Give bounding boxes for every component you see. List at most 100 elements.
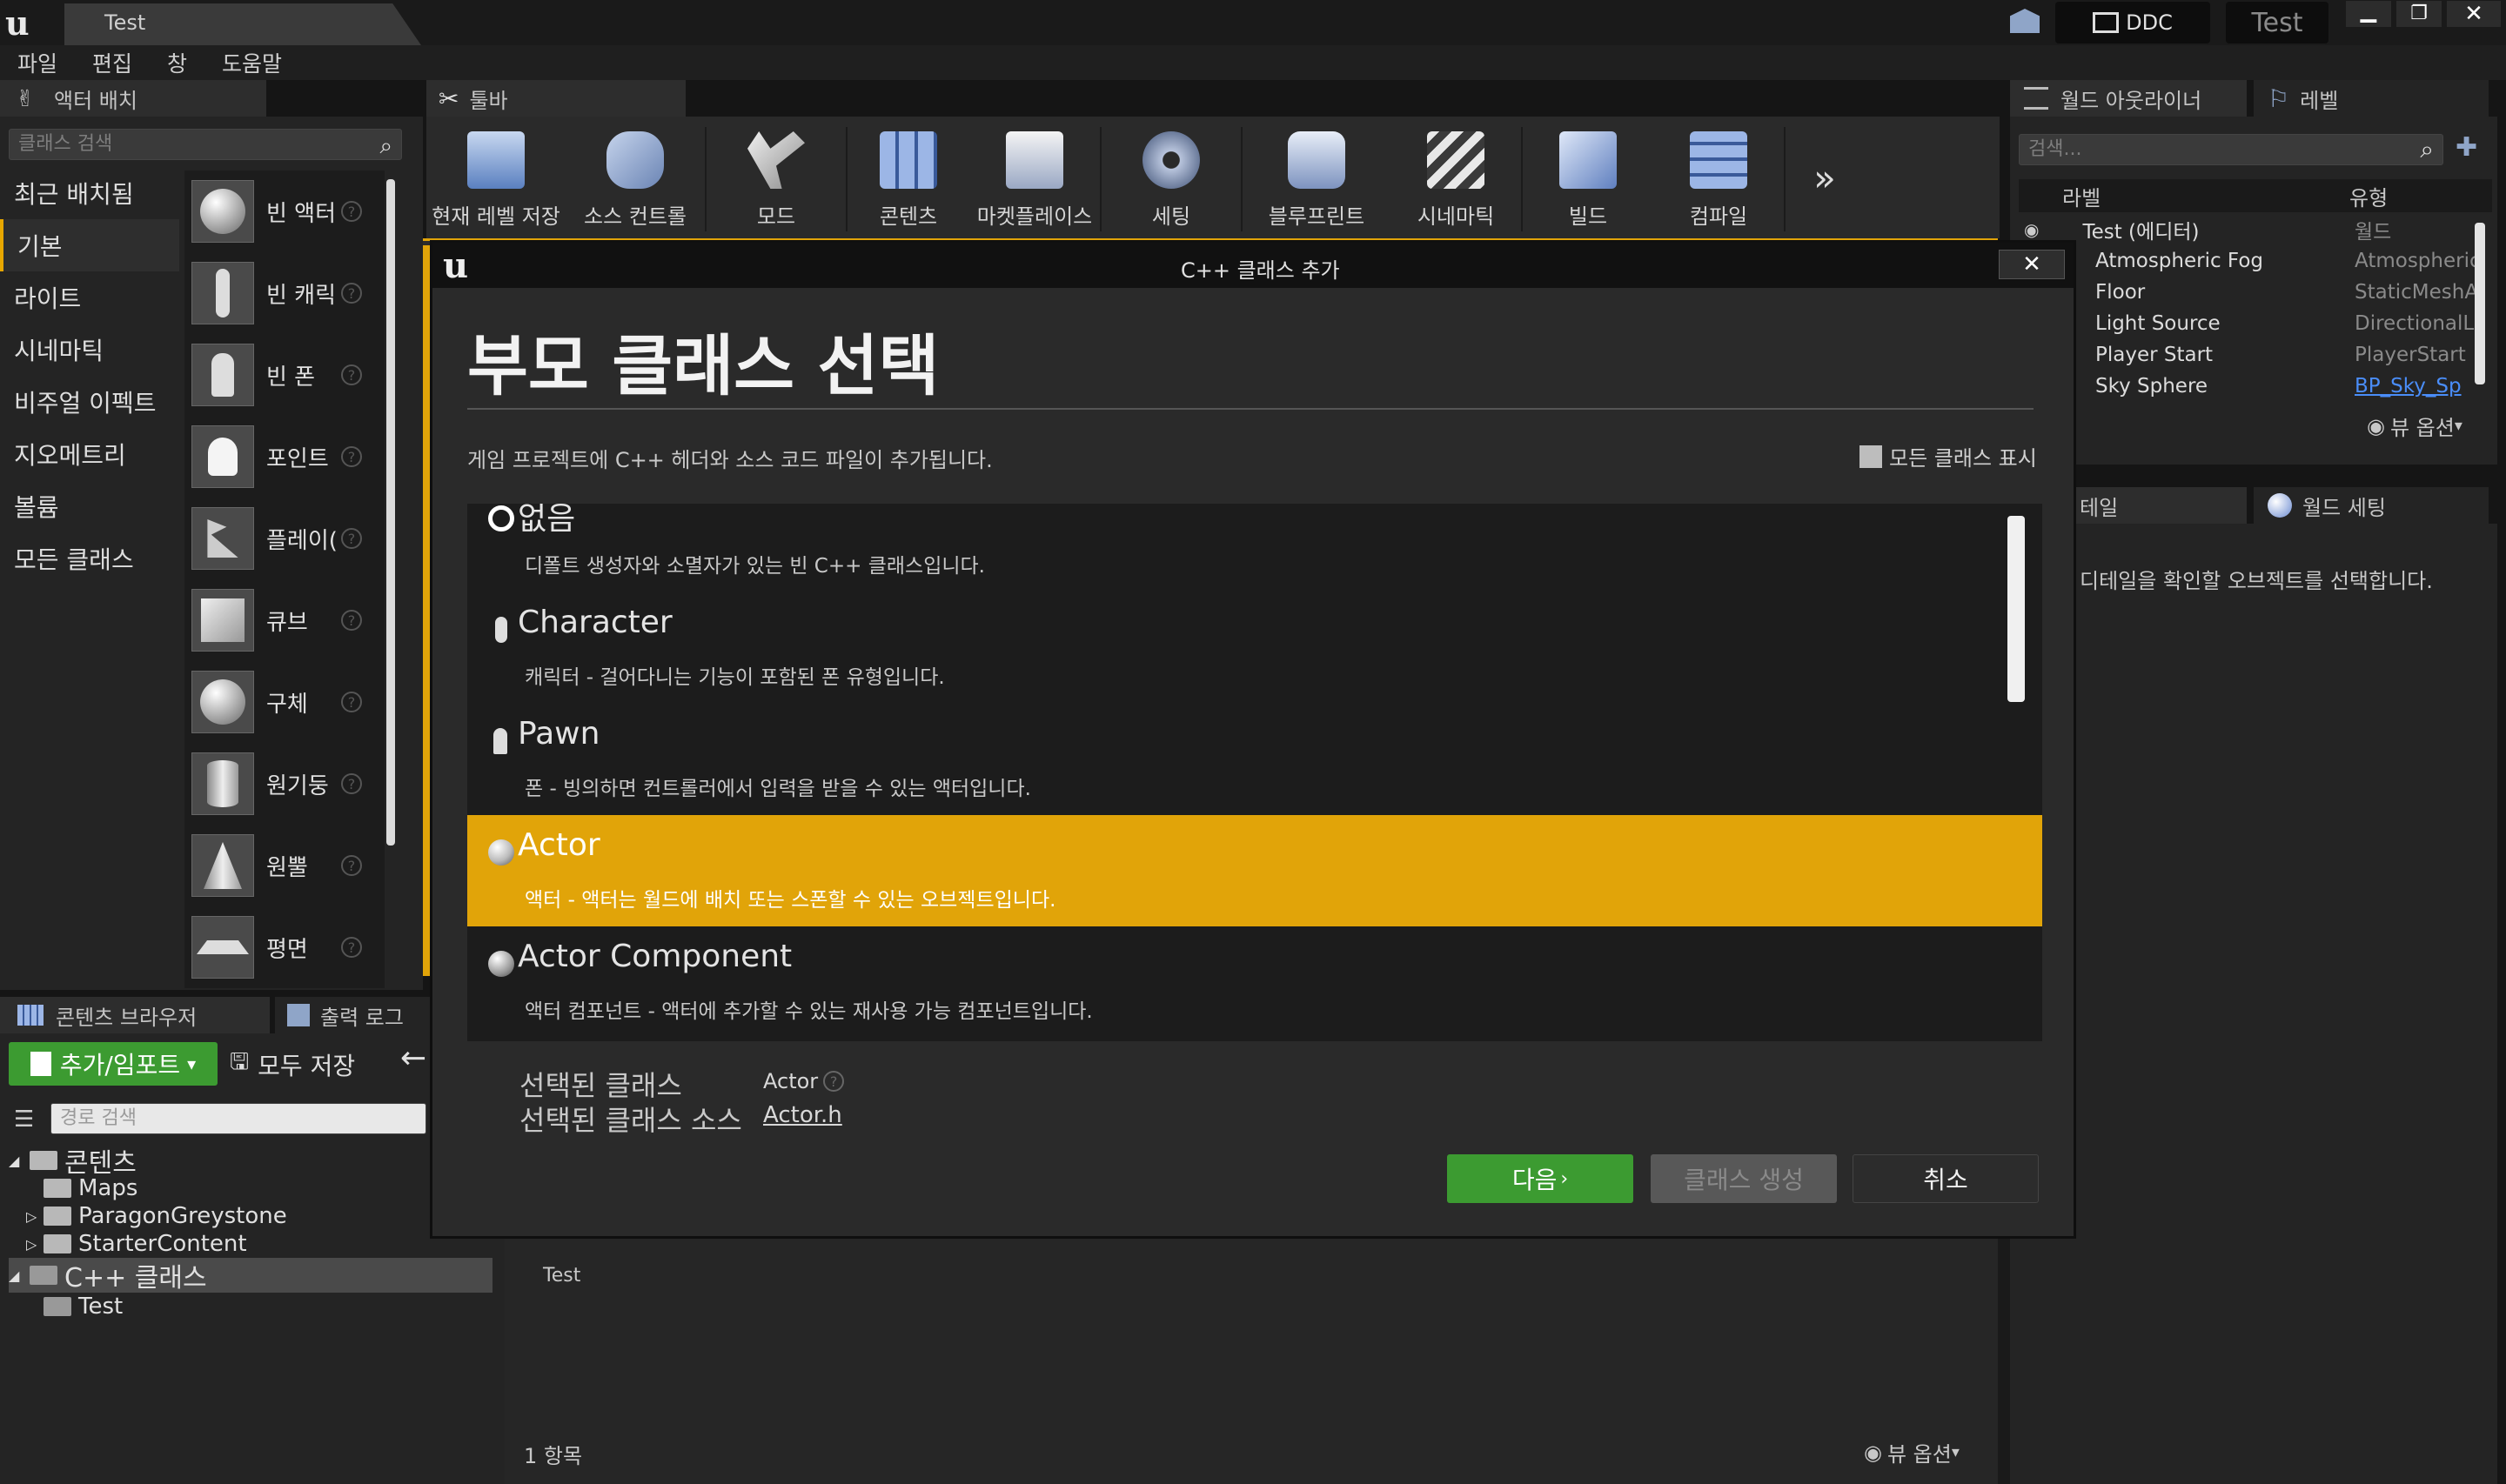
eye-icon[interactable]: ◉ <box>2024 219 2039 240</box>
menu-edit[interactable]: 편집 <box>92 47 132 78</box>
content-button[interactable]: 콘텐츠 <box>848 117 969 238</box>
help-icon[interactable]: ? <box>341 201 362 222</box>
modes-button[interactable]: 모드 <box>707 117 846 238</box>
list-item[interactable]: 원기둥? <box>184 743 385 825</box>
category-lights[interactable]: 라이트 <box>0 271 179 324</box>
tab-world-settings[interactable]: 월드 세팅 <box>2254 487 2489 524</box>
table-row[interactable]: Floor StaticMeshA <box>2019 277 2480 308</box>
category-volumes[interactable]: 볼륨 <box>0 480 179 532</box>
tab-content-browser[interactable]: 콘텐츠 브라우저 <box>0 997 270 1033</box>
list-item[interactable]: 포인트? <box>184 416 385 498</box>
category-basic[interactable]: 기본 <box>0 219 179 271</box>
category-geometry[interactable]: 지오메트리 <box>0 428 179 480</box>
list-item[interactable]: 평면? <box>184 906 385 988</box>
back-arrow-icon[interactable]: ← <box>400 1040 426 1076</box>
help-icon[interactable]: ? <box>341 528 362 549</box>
help-icon[interactable]: ? <box>341 364 362 385</box>
cancel-button[interactable]: 취소 <box>1853 1154 2039 1203</box>
category-visual-effects[interactable]: 비주얼 이펙트 <box>0 376 179 428</box>
table-row[interactable]: Sky Sphere BP_Sky_Sp <box>2019 371 2480 402</box>
minimize-icon[interactable]: ▁ <box>2346 0 2391 27</box>
build-button[interactable]: 빌드 <box>1523 117 1653 238</box>
level-tab[interactable]: Test <box>64 3 421 45</box>
selected-source-link[interactable]: Actor.h <box>763 1102 842 1128</box>
row-type-link[interactable]: BP_Sky_Sp <box>2355 375 2462 398</box>
category-cinematic[interactable]: 시네마틱 <box>0 324 179 376</box>
scrollbar[interactable] <box>2007 516 2025 702</box>
outliner-search-input[interactable]: 검색... ⌕ <box>2019 134 2443 165</box>
menu-file[interactable]: 파일 <box>17 47 57 78</box>
list-item[interactable]: 빈 액터? <box>184 170 385 252</box>
tree-item-test[interactable]: Test <box>9 1293 496 1320</box>
col-type[interactable]: 유형 <box>2349 181 2388 211</box>
help-icon[interactable]: ? <box>341 937 362 958</box>
class-option-character[interactable]: Character 캐릭터 - 걸어다니는 기능이 포함된 폰 유형입니다. <box>467 592 2042 704</box>
list-item[interactable]: 빈 폰? <box>184 334 385 416</box>
tab-levels[interactable]: ⚐ 레벨 <box>2254 80 2489 117</box>
tree-item-cpp[interactable]: ◢ C++ 클래스 <box>9 1258 492 1293</box>
tree-item-paragon[interactable]: ▷ ParagonGreystone <box>9 1202 496 1230</box>
category-recent[interactable]: 최근 배치됨 <box>0 167 179 219</box>
menu-window[interactable]: 창 <box>167 47 187 78</box>
notification-icon[interactable] <box>2010 9 2040 33</box>
close-window-icon[interactable]: ✕ <box>2447 1 2501 27</box>
view-options-button[interactable]: ◉ 뷰 옵션 ▾ <box>1864 1437 1960 1467</box>
tree-item-content[interactable]: ◢ 콘텐츠 <box>9 1146 496 1179</box>
blueprints-button[interactable]: 블루프린트 <box>1243 117 1390 238</box>
tree-toggle-icon[interactable]: ☰ <box>14 1106 34 1133</box>
show-all-classes-checkbox[interactable]: 모든 클래스 표시 <box>1859 441 2037 471</box>
help-icon[interactable]: ? <box>341 446 362 467</box>
tree-item-starter[interactable]: ▷ StarterContent <box>9 1230 496 1258</box>
table-row[interactable]: Light Source DirectionalLi <box>2019 308 2480 339</box>
settings-button[interactable]: 세팅 <box>1102 117 1241 238</box>
list-item[interactable]: 원뿔? <box>184 825 385 906</box>
help-icon[interactable]: ? <box>341 773 362 794</box>
class-option-actor-component[interactable]: Actor Component 액터 컴포넌트 - 액터에 추가할 수 있는 재… <box>467 926 2042 1038</box>
list-item[interactable]: 빈 캐릭? <box>184 252 385 334</box>
tab-output-log[interactable]: 출력 로그 <box>275 997 430 1033</box>
splitter[interactable] <box>1998 1239 2010 1484</box>
close-icon[interactable]: ✕ <box>1999 250 2065 279</box>
class-option-none[interactable]: 없음 디폴트 생성자와 소멸자가 있는 빈 C++ 클래스입니다. <box>467 504 2042 592</box>
help-icon[interactable]: ? <box>341 855 362 876</box>
help-icon[interactable]: ? <box>341 610 362 631</box>
cinematics-button[interactable]: 시네마틱 <box>1390 117 1521 238</box>
path-search-input[interactable]: 경로 검색 <box>50 1103 426 1134</box>
class-option-pawn[interactable]: Pawn 폰 - 빙의하면 컨트롤러에서 입력을 받을 수 있는 액터입니다. <box>467 704 2042 815</box>
save-level-button[interactable]: 현재 레벨 저장 <box>426 117 566 238</box>
add-import-button[interactable]: 추가/임포트 ▾ <box>9 1042 218 1086</box>
table-row[interactable]: Atmospheric Fog Atmospheric <box>2019 245 2481 277</box>
list-item[interactable]: 구체? <box>184 661 385 743</box>
marketplace-button[interactable]: 마켓플레이스 <box>969 117 1100 238</box>
scrollbar[interactable] <box>386 179 395 846</box>
tab-place-actors[interactable]: ✌ 액터 배치 <box>0 80 266 117</box>
create-class-button[interactable]: 클래스 생성 <box>1651 1154 1837 1203</box>
chevron-right-icon[interactable]: » <box>1786 117 1864 238</box>
menu-help[interactable]: 도움말 <box>222 47 282 78</box>
tree-item-maps[interactable]: Maps <box>9 1174 496 1202</box>
add-pin-icon[interactable]: ✚ <box>2456 132 2477 163</box>
category-all-classes[interactable]: 모든 클래스 <box>0 532 179 585</box>
help-icon[interactable]: ? <box>341 283 362 304</box>
class-option-actor[interactable]: Actor 액터 - 액터는 월드에 배치 또는 스폰할 수 있는 오브젝트입니… <box>467 815 2042 926</box>
scrollbar[interactable] <box>2475 223 2485 384</box>
help-icon[interactable]: ? <box>823 1071 845 1092</box>
save-all-button[interactable]: 🖫 모두 저장 <box>230 1046 355 1084</box>
class-search-input[interactable]: 클래스 검색 ⌕ <box>9 129 402 160</box>
list-item[interactable]: 큐브? <box>184 579 385 661</box>
tab-world-outliner[interactable]: 월드 아웃라이너 <box>2010 80 2247 117</box>
compile-button[interactable]: 컴파일 <box>1653 117 1784 238</box>
source-control-button[interactable]: 소스 컨트롤 <box>566 117 705 238</box>
view-options-button[interactable]: ◉ 뷰 옵션 ▾ <box>2367 411 2462 441</box>
table-row[interactable]: ◉ Test (에디터) 월드 <box>2019 214 2480 245</box>
checkbox-icon[interactable] <box>1859 445 1882 468</box>
ddc-button[interactable]: DDC <box>2055 2 2210 43</box>
next-button[interactable]: 다음 › <box>1447 1154 1633 1203</box>
help-icon[interactable]: ? <box>341 692 362 712</box>
table-row[interactable]: Player Start PlayerStart <box>2019 339 2480 371</box>
col-label[interactable]: 라벨 <box>2062 181 2349 211</box>
list-item[interactable]: 플레이(? <box>184 498 385 579</box>
asset-label[interactable]: Test <box>543 1265 580 1287</box>
tab-toolbar[interactable]: ✂ 툴바 <box>426 80 686 117</box>
restore-icon[interactable]: ❐ <box>2396 1 2442 27</box>
